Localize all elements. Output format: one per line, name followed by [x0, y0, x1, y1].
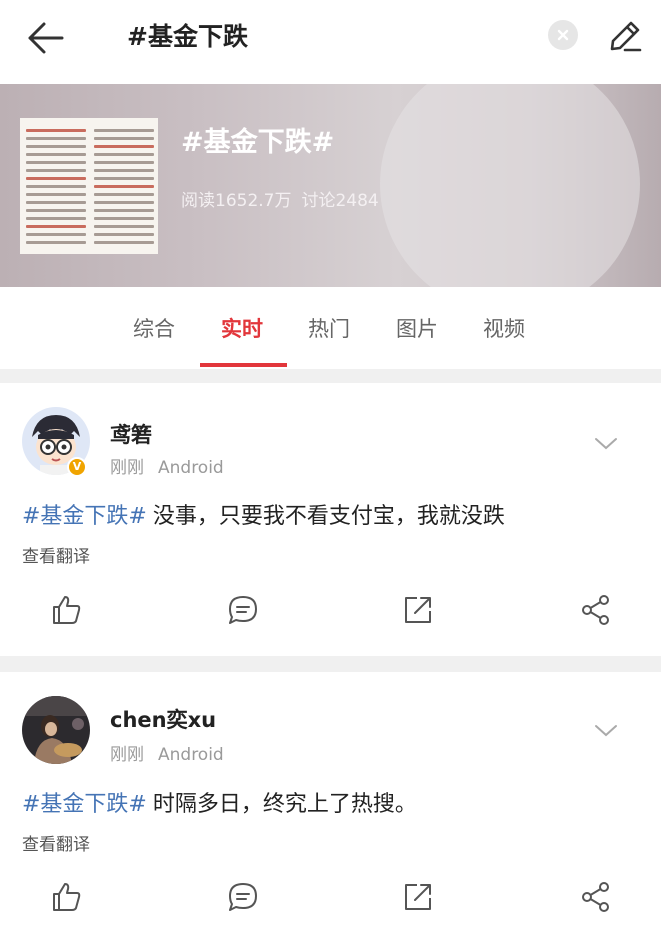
tab-hot[interactable]: 热门	[308, 313, 350, 343]
tab-bar: 综合 实时 热门 图片 视频	[0, 287, 661, 369]
topic-stats: 阅读1652.7万 讨论2484	[181, 186, 379, 211]
topic-banner: #基金下跌# 阅读1652.7万 讨论2484	[0, 84, 661, 287]
top-bar: #基金下跌	[0, 0, 661, 76]
share-icon[interactable]	[579, 593, 613, 627]
clear-icon	[557, 29, 569, 41]
share-icon[interactable]	[579, 880, 613, 914]
chevron-down-icon[interactable]	[594, 437, 618, 451]
post-text: 时隔多日，终究上了热搜。	[152, 792, 417, 817]
photo-avatar-icon	[22, 696, 90, 764]
discussion-count: 讨论2484	[301, 191, 379, 211]
username[interactable]: 鸢箬	[110, 419, 152, 449]
divider	[0, 656, 661, 672]
comment-icon[interactable]	[226, 880, 260, 914]
repost-icon[interactable]	[401, 880, 435, 914]
tab-videos[interactable]: 视频	[483, 313, 525, 343]
post-content: #基金下跌# 没事，只要我不看支付宝，我就没跌	[22, 498, 505, 530]
like-icon[interactable]	[49, 880, 83, 914]
like-icon[interactable]	[49, 593, 83, 627]
back-arrow-icon[interactable]	[24, 18, 66, 58]
username[interactable]: chen奕xu	[110, 704, 216, 734]
post-hashtag[interactable]: #基金下跌#	[22, 792, 147, 817]
post-card: chen奕xu 刚刚 Android #基金下跌# 时隔多日，终究上了热搜。 查看翻…	[0, 672, 661, 930]
clear-button[interactable]	[548, 20, 578, 50]
active-tab-indicator	[200, 363, 287, 367]
verified-badge-icon: V	[67, 457, 87, 477]
post-time: 刚刚	[110, 745, 144, 765]
pencil-edit-icon[interactable]	[607, 18, 643, 54]
repost-icon[interactable]	[401, 593, 435, 627]
tab-images[interactable]: 图片	[396, 313, 438, 343]
search-query[interactable]: #基金下跌	[127, 18, 248, 56]
post-text: 没事，只要我不看支付宝，我就没跌	[152, 504, 505, 529]
topic-cover-image[interactable]	[20, 118, 158, 254]
post-hashtag[interactable]: #基金下跌#	[22, 504, 147, 529]
tab-comprehensive[interactable]: 综合	[133, 313, 175, 343]
post-meta: 刚刚 Android	[110, 740, 224, 765]
topic-title: #基金下跌#	[181, 127, 335, 158]
divider	[0, 369, 661, 383]
post-content: #基金下跌# 时隔多日，终究上了热搜。	[22, 786, 417, 818]
translate-link[interactable]: 查看翻译	[22, 542, 90, 567]
comment-icon[interactable]	[226, 593, 260, 627]
post-source: Android	[158, 745, 224, 765]
avatar[interactable]	[22, 696, 90, 764]
tab-realtime[interactable]: 实时	[221, 313, 263, 343]
translate-link[interactable]: 查看翻译	[22, 830, 90, 855]
chevron-down-icon[interactable]	[594, 724, 618, 738]
post-meta: 刚刚 Android	[110, 453, 224, 478]
read-count: 阅读1652.7万	[181, 191, 292, 211]
post-source: Android	[158, 458, 224, 478]
post-card: V 鸢箬 刚刚 Android #基金下跌# 没事，只要我不看支付宝，我就没跌 查看…	[0, 383, 661, 656]
banner-background-blur	[380, 84, 640, 287]
post-time: 刚刚	[110, 458, 144, 478]
